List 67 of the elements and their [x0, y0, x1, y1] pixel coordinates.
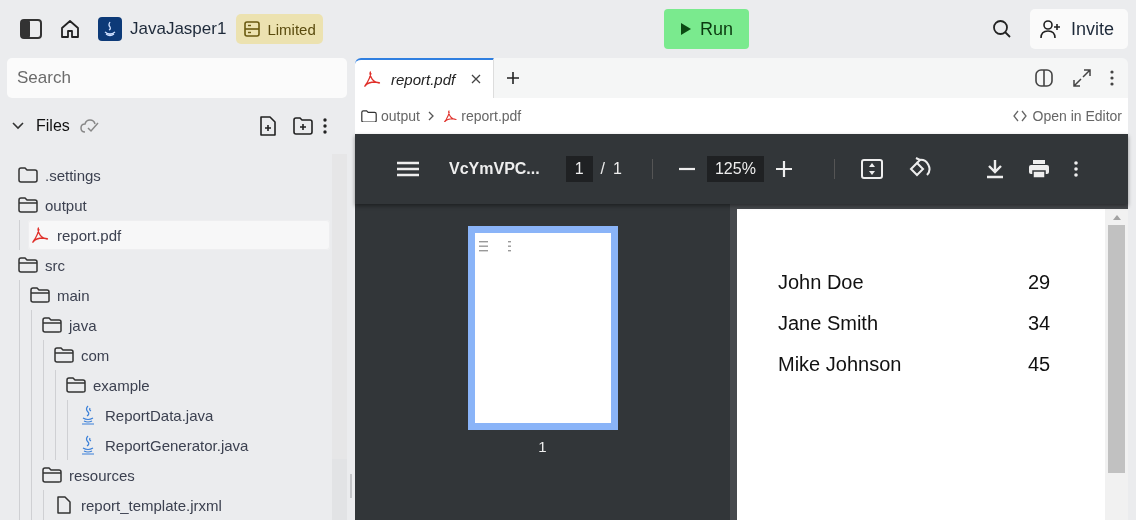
files-section-title[interactable]: Files	[36, 117, 70, 135]
page-count: 1	[613, 160, 622, 178]
person-age: 45	[1028, 353, 1052, 376]
file-tree-item[interactable]: java	[40, 310, 330, 340]
play-icon	[680, 22, 692, 36]
editor-tab[interactable]: report.pdf	[355, 58, 495, 98]
pdf-file-icon	[363, 71, 381, 87]
split-view-icon[interactable]	[1034, 68, 1054, 88]
pdf-file-icon	[30, 227, 50, 243]
file-tree-item[interactable]: report.pdf	[28, 220, 330, 250]
chevron-right-icon	[427, 111, 435, 121]
new-tab-icon[interactable]	[506, 71, 521, 85]
person-age: 34	[1028, 312, 1052, 335]
new-folder-icon[interactable]	[293, 117, 313, 135]
sidebar-toggle-icon[interactable]	[20, 19, 42, 39]
file-tree-item[interactable]: com	[52, 340, 330, 370]
breadcrumb-item[interactable]: output	[361, 108, 420, 124]
resize-handle[interactable]	[350, 474, 352, 498]
run-button[interactable]: Run	[664, 9, 749, 49]
limited-badge: Limited	[236, 14, 323, 44]
page-number-field[interactable]: 1	[565, 156, 593, 182]
invite-button[interactable]: Invite	[1029, 9, 1128, 49]
file-tree-item[interactable]: resources	[40, 460, 330, 490]
print-icon[interactable]	[1028, 159, 1050, 179]
person-name: John Doe	[778, 271, 865, 294]
page-thumbnail[interactable]	[467, 226, 618, 430]
download-icon[interactable]	[986, 159, 1004, 179]
search-icon[interactable]	[991, 19, 1012, 39]
file-tree-item[interactable]: src	[16, 250, 330, 280]
add-person-icon	[1039, 19, 1062, 39]
file-tree-item[interactable]: example	[64, 370, 330, 400]
document-title: VcYmVPC...	[449, 160, 540, 178]
chevron-down-icon[interactable]	[12, 122, 24, 130]
zoom-field[interactable]: 125%	[706, 156, 764, 182]
page-separator: /	[600, 160, 606, 178]
breadcrumb-item[interactable]: report.pdf	[442, 108, 522, 124]
file-tree-item[interactable]: main	[28, 280, 330, 310]
more-options-icon[interactable]	[1110, 70, 1114, 86]
cloud-check-icon	[79, 118, 100, 134]
file-tree-item[interactable]: .settings	[16, 160, 330, 190]
more-options-icon[interactable]	[323, 118, 327, 134]
more-options-icon[interactable]	[1074, 161, 1078, 177]
code-brackets-icon	[1012, 110, 1027, 122]
project-name[interactable]: JavaJasper1	[130, 19, 227, 39]
scrollbar-thumb[interactable]	[1108, 225, 1125, 473]
home-icon[interactable]	[60, 19, 80, 39]
page-number: 1	[538, 438, 547, 455]
person-name: Mike Johnson	[778, 353, 903, 376]
file-icon	[54, 496, 74, 514]
file-tree-item[interactable]: ReportGenerator.java	[76, 430, 330, 460]
search-field[interactable]: Search	[7, 58, 347, 98]
zoom-out-icon[interactable]	[678, 167, 695, 171]
fit-page-icon[interactable]	[860, 159, 883, 179]
menu-icon[interactable]	[397, 161, 419, 177]
project-logo-icon	[98, 17, 122, 41]
file-tree-item[interactable]: ReportData.java	[76, 400, 330, 430]
folder-icon	[361, 109, 377, 123]
person-age: 29	[1028, 271, 1052, 294]
pdf-file-icon	[442, 109, 458, 123]
file-tree-item[interactable]: report_template.jrxml	[52, 490, 330, 520]
expand-icon[interactable]	[1072, 68, 1092, 88]
zoom-in-icon[interactable]	[775, 161, 792, 177]
file-tree-item[interactable]: output	[16, 190, 330, 220]
open-in-editor-link[interactable]: Open in Editor	[1012, 108, 1122, 124]
person-name: Jane Smith	[778, 312, 880, 335]
close-icon[interactable]	[471, 74, 482, 84]
new-file-icon[interactable]	[259, 116, 277, 136]
